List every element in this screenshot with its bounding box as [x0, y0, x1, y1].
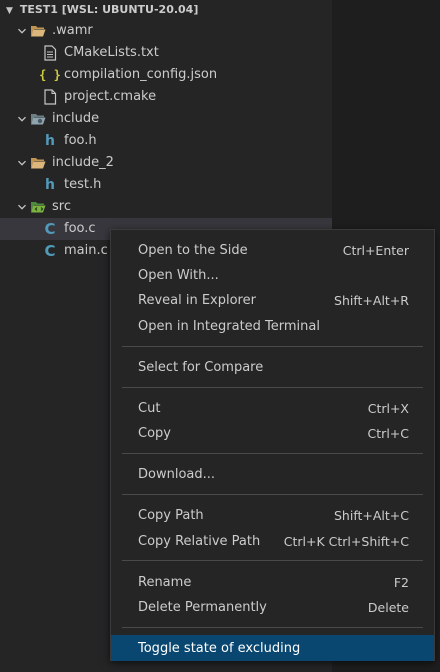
tree-folder-src[interactable]: src — [0, 196, 332, 218]
menu-item-open-to-side[interactable]: Open to the Side Ctrl+Enter — [111, 237, 434, 263]
menu-item-toggle-excluding[interactable]: Toggle state of excluding — [111, 635, 434, 661]
menu-separator — [122, 387, 423, 388]
json-braces-icon: { } — [39, 68, 61, 82]
folder-open-icon — [30, 155, 46, 171]
menu-item-copy-relative-path[interactable]: Copy Relative Path Ctrl+K Ctrl+Shift+C — [111, 528, 434, 554]
menu-separator — [122, 560, 423, 561]
shortcut-label: F2 — [393, 574, 409, 590]
menu-item-open-in-terminal[interactable]: Open in Integrated Terminal — [111, 313, 434, 339]
tree-file-cmakelists[interactable]: CMakeLists.txt — [0, 42, 332, 64]
tree-folder-wamr[interactable]: .wamr — [0, 20, 332, 42]
menu-item-open-with[interactable]: Open With... — [111, 262, 434, 288]
h-file-icon: h — [45, 177, 55, 193]
menu-item-copy-path[interactable]: Copy Path Shift+Alt+C — [111, 502, 434, 528]
h-file-icon: h — [45, 133, 55, 149]
tree-file-compilation-config[interactable]: { } compilation_config.json — [0, 64, 332, 86]
chevron-down-icon: ▼ — [6, 6, 13, 16]
chevron-down-icon — [14, 108, 30, 130]
chevron-down-icon — [14, 20, 30, 42]
menu-separator — [122, 453, 423, 454]
folder-src-icon — [30, 199, 46, 215]
tree-folder-include[interactable]: include — [0, 108, 332, 130]
tree-folder-include-2[interactable]: include_2 — [0, 152, 332, 174]
tree-file-project-cmake[interactable]: project.cmake — [0, 86, 332, 108]
shortcut-label: Ctrl+Enter — [342, 242, 409, 258]
menu-separator — [122, 346, 423, 347]
chevron-down-icon — [14, 152, 30, 174]
chevron-down-icon — [14, 196, 30, 218]
menu-item-delete-permanently[interactable]: Delete Permanently Delete — [111, 594, 434, 620]
menu-item-copy[interactable]: Copy Ctrl+C — [111, 420, 434, 446]
menu-separator — [122, 627, 423, 628]
menu-separator — [122, 494, 423, 495]
workspace-section-header[interactable]: ▼ TEST1 [WSL: UBUNTU-20.04] — [0, 0, 332, 20]
workspace-title: TEST1 [WSL: UBUNTU-20.04] — [19, 3, 199, 16]
shortcut-label: Ctrl+K Ctrl+Shift+C — [283, 533, 409, 549]
menu-item-cut[interactable]: Cut Ctrl+X — [111, 395, 434, 421]
menu-item-download[interactable]: Download... — [111, 461, 434, 487]
folder-include-icon — [30, 111, 46, 127]
shortcut-label: Shift+Alt+C — [333, 507, 409, 523]
file-text-icon — [42, 45, 58, 61]
menu-item-select-for-compare[interactable]: Select for Compare — [111, 354, 434, 380]
menu-item-rename[interactable]: Rename F2 — [111, 569, 434, 595]
shortcut-label: Shift+Alt+R — [334, 292, 409, 308]
file-icon — [42, 89, 58, 105]
shortcut-label: Ctrl+C — [367, 425, 409, 441]
shortcut-label: Ctrl+X — [367, 400, 409, 416]
menu-item-reveal-in-explorer[interactable]: Reveal in Explorer Shift+Alt+R — [111, 287, 434, 313]
tree-file-test-h[interactable]: h test.h — [0, 174, 332, 196]
c-file-icon: C — [44, 242, 56, 260]
shortcut-label: Delete — [367, 599, 409, 615]
context-menu: Open to the Side Ctrl+Enter Open With...… — [110, 229, 435, 661]
folder-open-icon — [30, 23, 46, 39]
tree-file-foo-h[interactable]: h foo.h — [0, 130, 332, 152]
c-file-icon: C — [44, 220, 56, 238]
